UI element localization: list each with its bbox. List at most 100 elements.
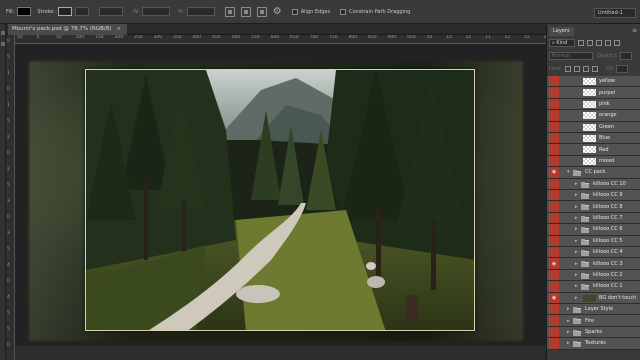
visibility-eye-icon[interactable] xyxy=(549,133,559,144)
fill-swatch[interactable] xyxy=(17,7,32,16)
visibility-eye-icon[interactable]: ◉ xyxy=(549,292,559,303)
expand-arrow-icon[interactable]: ▾ xyxy=(567,169,570,175)
stroke-width-field[interactable] xyxy=(75,7,89,16)
filter-type-icon[interactable] xyxy=(596,40,602,46)
layer-row[interactable]: orange xyxy=(547,110,640,122)
expand-arrow-icon[interactable]: ▸ xyxy=(575,249,578,255)
visibility-eye-icon[interactable] xyxy=(549,110,559,121)
visibility-eye-icon[interactable] xyxy=(549,304,559,315)
path-operations-icon[interactable] xyxy=(224,6,235,17)
expand-arrow-icon[interactable]: ▸ xyxy=(575,204,578,210)
visibility-eye-icon[interactable] xyxy=(549,235,559,246)
visibility-eye-icon[interactable] xyxy=(549,190,559,201)
tab-layers[interactable]: Layers xyxy=(549,27,574,36)
layer-row[interactable]: ▸ killooo CC 5 xyxy=(547,235,640,247)
layer-row[interactable]: ▸ killooo CC 9 xyxy=(547,190,640,202)
visibility-eye-icon[interactable]: ◉ xyxy=(549,258,559,269)
expand-arrow-icon[interactable]: ▸ xyxy=(575,295,578,301)
visibility-eye-icon[interactable] xyxy=(549,87,559,98)
layer-row[interactable]: ▸ killooo CC 8 xyxy=(547,201,640,213)
expand-arrow-icon[interactable]: ▸ xyxy=(575,181,578,187)
visibility-eye-icon[interactable] xyxy=(549,212,559,224)
lock-image-icon[interactable] xyxy=(574,66,581,72)
expand-arrow-icon[interactable]: ▸ xyxy=(575,272,578,278)
expand-arrow-icon[interactable]: ▸ xyxy=(575,215,578,221)
visibility-eye-icon[interactable] xyxy=(549,224,559,235)
tool-handle-icon[interactable] xyxy=(1,42,5,46)
visibility-eye-icon[interactable] xyxy=(549,121,559,132)
visibility-eye-icon[interactable]: ◉ xyxy=(549,167,559,178)
stroke-type-field[interactable] xyxy=(99,7,123,16)
layer-row[interactable]: ▸ Sparks xyxy=(547,326,640,339)
visibility-eye-icon[interactable] xyxy=(549,315,559,326)
expand-arrow-icon[interactable]: ▸ xyxy=(575,261,578,267)
filter-smart-icon[interactable] xyxy=(614,40,620,46)
layer-row[interactable]: ◉ ▾ CC pack xyxy=(547,167,640,179)
layer-row[interactable]: Red xyxy=(547,144,640,156)
layer-row[interactable]: ▸ killooo CC 2 xyxy=(547,269,640,282)
layer-row[interactable]: ▸ Textures xyxy=(547,338,640,350)
constrain-path-checkbox[interactable]: Constrain Path Dragging xyxy=(340,8,410,15)
tool-handle-icon[interactable] xyxy=(1,31,5,35)
kind-filter-select[interactable]: ⌕ Kind xyxy=(549,39,575,47)
visibility-eye-icon[interactable] xyxy=(549,144,559,155)
gear-icon[interactable]: ⚙ xyxy=(273,6,282,17)
document-tab[interactable]: Mounir's pack.psd @ 78,7% (RGB/8) × xyxy=(8,24,127,35)
visibility-eye-icon[interactable] xyxy=(549,201,559,212)
expand-arrow-icon[interactable]: ▸ xyxy=(567,306,570,312)
layer-row[interactable]: Blue xyxy=(547,133,640,145)
layer-row[interactable]: ▸ Fire xyxy=(547,315,640,327)
visibility-eye-icon[interactable] xyxy=(549,326,559,338)
visibility-eye-icon[interactable] xyxy=(549,269,559,281)
layer-row[interactable]: ▸ killooo CC 6 xyxy=(547,224,640,236)
workspace-field[interactable]: Untitled-1 xyxy=(594,8,636,18)
visibility-eye-icon[interactable] xyxy=(549,178,559,189)
layer-row[interactable]: mixed xyxy=(547,155,640,168)
panel-menu-icon[interactable]: ≡ xyxy=(632,27,637,34)
visibility-eye-icon[interactable] xyxy=(549,98,559,110)
expand-arrow-icon[interactable]: ▸ xyxy=(575,192,578,198)
layer-row[interactable]: ▸ killooo CC 1 xyxy=(547,281,640,293)
document-canvas[interactable] xyxy=(15,45,546,360)
layer-row[interactable]: ◉ ▸ killooo CC 3 xyxy=(547,258,640,270)
lock-transparent-icon[interactable] xyxy=(565,66,572,72)
lock-position-icon[interactable] xyxy=(583,66,590,72)
path-alignment-icon[interactable] xyxy=(240,6,251,17)
align-edges-checkbox[interactable]: Align Edges xyxy=(291,8,330,15)
visibility-eye-icon[interactable] xyxy=(549,247,559,258)
expand-arrow-icon[interactable]: ▸ xyxy=(575,283,578,289)
expand-arrow-icon[interactable]: ▸ xyxy=(575,226,578,232)
path-arrangement-icon[interactable] xyxy=(256,6,267,17)
layers-list[interactable]: yellow purpel pink orange Green Blue Red mixed ◉… xyxy=(547,76,640,360)
fill-field[interactable] xyxy=(616,65,629,73)
stroke-control[interactable]: Stroke: xyxy=(37,7,72,16)
expand-arrow-icon[interactable]: ▸ xyxy=(575,238,578,244)
layer-row[interactable]: ▸ killooo CC 7 xyxy=(547,212,640,225)
blend-mode-select[interactable]: Normal xyxy=(549,52,593,60)
height-control[interactable]: H: xyxy=(178,7,215,16)
layer-row[interactable]: yellow xyxy=(547,76,640,88)
visibility-eye-icon[interactable] xyxy=(549,76,559,87)
layer-row[interactable]: ▸ Layer Style xyxy=(547,304,640,316)
layer-row[interactable]: ▸ killooo CC 4 xyxy=(547,247,640,259)
filter-adjustment-icon[interactable] xyxy=(587,40,593,46)
visibility-eye-icon[interactable] xyxy=(549,281,559,292)
horizontal-ruler[interactable]: 50 0 50 100 150 200 250 300 350 400 450 500 550 600 65… xyxy=(15,35,546,44)
fill-control[interactable]: Fill: xyxy=(6,7,32,16)
opacity-field[interactable] xyxy=(619,52,632,60)
expand-arrow-icon[interactable]: ▸ xyxy=(567,340,570,346)
layer-row[interactable]: Green xyxy=(547,121,640,133)
visibility-eye-icon[interactable] xyxy=(549,338,559,349)
vertical-ruler[interactable]: 05101520253035404550 xyxy=(6,35,15,360)
lock-all-icon[interactable] xyxy=(592,66,599,72)
filter-shape-icon[interactable] xyxy=(605,40,611,46)
filter-pixel-icon[interactable] xyxy=(578,40,584,46)
layer-row[interactable]: purpel xyxy=(547,87,640,99)
width-field[interactable] xyxy=(142,7,171,16)
expand-arrow-icon[interactable]: ▸ xyxy=(567,318,570,324)
stroke-swatch[interactable] xyxy=(58,7,72,16)
height-field[interactable] xyxy=(186,7,215,16)
close-icon[interactable]: × xyxy=(116,26,121,32)
width-control[interactable]: W: xyxy=(133,7,171,16)
layer-row[interactable]: ◉ ▸ BG don't touch xyxy=(547,292,640,304)
